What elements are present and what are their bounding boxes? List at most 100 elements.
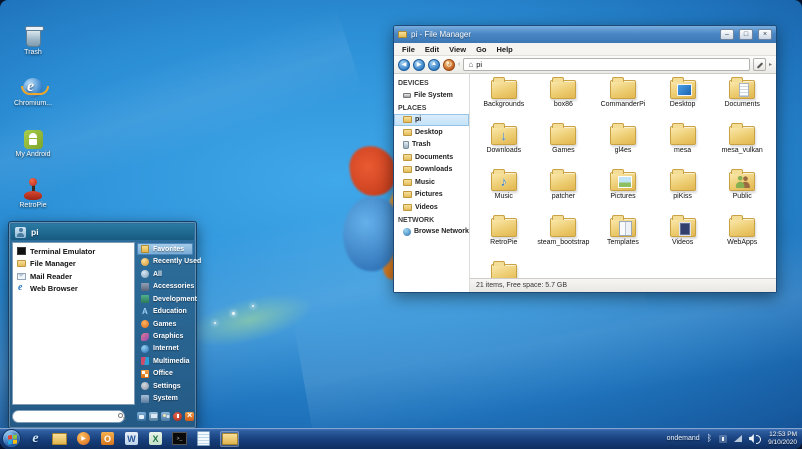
- up-button[interactable]: [428, 59, 440, 71]
- path-dropdown-arrow[interactable]: ▸: [769, 61, 772, 68]
- file-item[interactable]: Games: [534, 122, 594, 168]
- browser-icon[interactable]: [28, 431, 43, 447]
- excel-icon[interactable]: [148, 431, 163, 447]
- terminal-icon[interactable]: [172, 431, 187, 447]
- sidebar-item[interactable]: File System: [394, 89, 469, 102]
- file-item[interactable]: box86: [534, 76, 594, 122]
- outlook-mail-icon[interactable]: [100, 431, 115, 447]
- file-item[interactable]: RetroPie: [474, 214, 534, 260]
- sidebar-item[interactable]: Documents: [394, 151, 469, 164]
- sidebar-item[interactable]: Trash: [394, 139, 469, 152]
- start-menu-category-item[interactable]: Education: [137, 305, 193, 317]
- close-button[interactable]: ×: [758, 29, 772, 40]
- path-bar[interactable]: ⌂ pi: [463, 58, 750, 71]
- shutdown-icon[interactable]: [173, 412, 182, 421]
- office-icon: [141, 370, 149, 378]
- sidebar-item[interactable]: Browse Network: [394, 226, 469, 239]
- start-menu-app-item[interactable]: Web Browser: [13, 283, 134, 296]
- word-icon[interactable]: [124, 431, 139, 447]
- file-item[interactable]: Pictures: [593, 168, 653, 214]
- file-item[interactable]: Desktop: [653, 76, 713, 122]
- file-item[interactable]: mesa: [653, 122, 713, 168]
- file-manager-icon[interactable]: [52, 431, 67, 447]
- file-item[interactable]: patcher: [534, 168, 594, 214]
- file-item[interactable]: piKiss: [653, 168, 713, 214]
- lock-screen-icon[interactable]: [137, 412, 146, 421]
- start-menu-category-item[interactable]: Graphics: [137, 330, 193, 342]
- minimize-button[interactable]: –: [720, 29, 734, 40]
- start-menu-category-item[interactable]: Multimedia: [137, 355, 193, 367]
- sidebar-item[interactable]: Pictures: [394, 189, 469, 202]
- start-menu-category-label: Recently Used: [153, 258, 201, 265]
- file-item[interactable]: Music: [474, 168, 534, 214]
- file-item[interactable]: Videos: [653, 214, 713, 260]
- menubar-item[interactable]: View: [444, 45, 471, 54]
- start-menu-category-item[interactable]: Development: [137, 293, 193, 305]
- file-item[interactable]: [474, 260, 534, 278]
- updates-icon[interactable]: [719, 435, 727, 443]
- start-menu-category-item[interactable]: Internet: [137, 343, 193, 355]
- folder-icon: [670, 126, 696, 145]
- file-item[interactable]: Public: [712, 168, 772, 214]
- file-item[interactable]: CommanderPi: [593, 76, 653, 122]
- file-item[interactable]: mesa_vulkan: [712, 122, 772, 168]
- clock[interactable]: 12:53 PM 9/10/2020: [768, 431, 797, 447]
- network-signal-icon[interactable]: [734, 435, 742, 442]
- start-menu-category-item[interactable]: System: [137, 393, 193, 405]
- start-menu-search-input[interactable]: [12, 410, 125, 423]
- start-menu-category-item[interactable]: Office: [137, 368, 193, 380]
- file-item[interactable]: WebApps: [712, 214, 772, 260]
- menubar-item[interactable]: Edit: [420, 45, 444, 54]
- bluetooth-icon[interactable]: ᛒ: [707, 434, 712, 444]
- start-menu-category-item[interactable]: Games: [137, 318, 193, 330]
- start-menu-category-item[interactable]: Accessories: [137, 280, 193, 292]
- desktop-icon-label: Chromium...: [14, 100, 52, 108]
- media-player-icon[interactable]: [76, 431, 91, 447]
- retropie-joystick-icon: [24, 180, 42, 200]
- start-menu-app-label: Mail Reader: [30, 272, 72, 281]
- file-item[interactable]: gl4es: [593, 122, 653, 168]
- start-menu-app-item[interactable]: File Manager: [13, 258, 134, 271]
- clock-time: 12:53 PM: [769, 431, 797, 439]
- folder-icon: [550, 126, 576, 145]
- menubar-item[interactable]: File: [397, 45, 420, 54]
- volume-icon[interactable]: [749, 434, 761, 443]
- desktop-icon[interactable]: RetroPie: [6, 159, 60, 210]
- menubar-item[interactable]: Go: [471, 45, 491, 54]
- desktop: Trash Chromium... My Android RetroPie St…: [0, 0, 802, 449]
- sidebar-item[interactable]: Downloads: [394, 164, 469, 177]
- refresh-button[interactable]: [443, 59, 455, 71]
- file-item[interactable]: Templates: [593, 214, 653, 260]
- start-menu-category-item[interactable]: All: [137, 268, 193, 280]
- sidebar-item[interactable]: Videos: [394, 201, 469, 214]
- desktop-icon[interactable]: My Android: [6, 108, 60, 159]
- logout-icon[interactable]: [161, 412, 170, 421]
- desktop-icon[interactable]: Chromium...: [6, 57, 60, 108]
- start-menu-app-item[interactable]: Mail Reader: [13, 270, 134, 283]
- forward-button[interactable]: [413, 59, 425, 71]
- back-button[interactable]: [398, 59, 410, 71]
- file-item[interactable]: Downloads: [474, 122, 534, 168]
- start-menu-category-item[interactable]: Favorites: [137, 243, 193, 255]
- file-item[interactable]: Backgrounds: [474, 76, 534, 122]
- folder-icon: [491, 126, 517, 145]
- file-item[interactable]: steam_bootstrap: [534, 214, 594, 260]
- file-manager-task-icon[interactable]: [220, 431, 239, 447]
- start-menu-category-item[interactable]: Recently Used: [137, 255, 193, 267]
- start-menu-app-item[interactable]: Terminal Emulator: [13, 245, 134, 258]
- edit-path-pencil-button[interactable]: [753, 58, 766, 71]
- window-titlebar[interactable]: pi - File Manager – □ ×: [394, 26, 776, 43]
- start-button[interactable]: [2, 429, 21, 448]
- start-menu-category-item[interactable]: Settings: [137, 380, 193, 392]
- sidebar-item[interactable]: pi: [394, 114, 469, 127]
- switch-user-icon[interactable]: [149, 412, 158, 421]
- menubar-item[interactable]: Help: [491, 45, 517, 54]
- notepad-icon[interactable]: [196, 431, 211, 447]
- file-item[interactable]: Documents: [712, 76, 772, 122]
- cpu-governor-indicator[interactable]: ondemand: [667, 435, 700, 442]
- sidebar-item[interactable]: Music: [394, 176, 469, 189]
- maximize-button[interactable]: □: [739, 29, 753, 40]
- desktop-icon[interactable]: Trash: [6, 6, 60, 57]
- close-menu-icon[interactable]: [185, 412, 194, 421]
- sidebar-item[interactable]: Desktop: [394, 126, 469, 139]
